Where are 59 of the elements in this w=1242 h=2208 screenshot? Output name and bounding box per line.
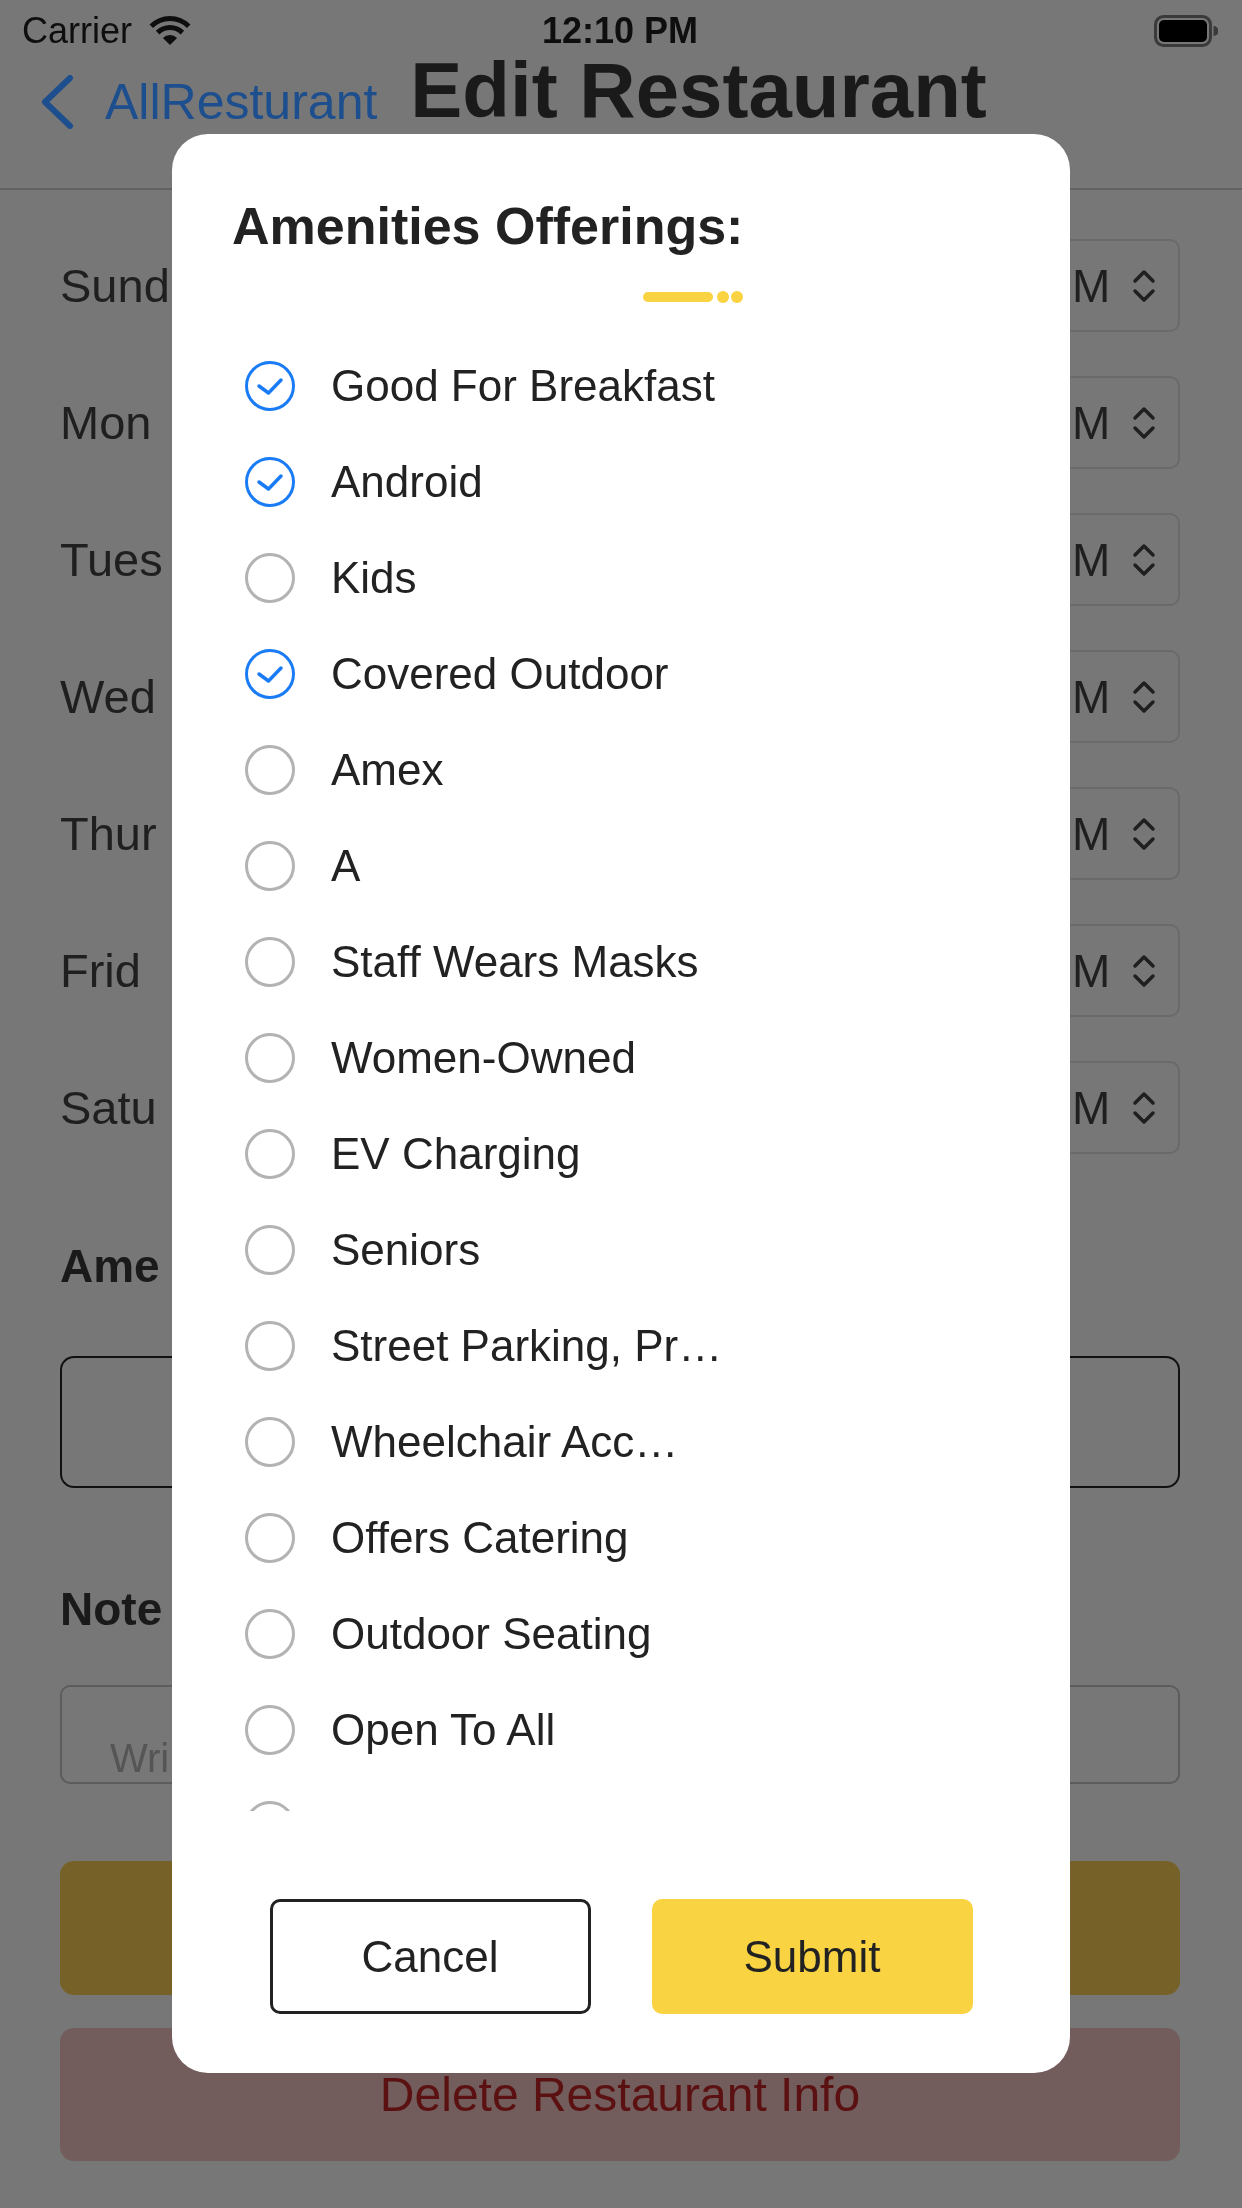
- day-label: Thur: [60, 805, 157, 862]
- checkbox[interactable]: [245, 1321, 295, 1371]
- up-down-chevron-icon: [1132, 815, 1157, 852]
- day-label: Frid: [60, 942, 141, 999]
- up-down-chevron-icon: [1132, 541, 1157, 578]
- checkbox[interactable]: [245, 1129, 295, 1179]
- save-button[interactable]: [1068, 1861, 1180, 1995]
- checkbox[interactable]: [245, 457, 295, 507]
- up-down-chevron-icon: [1132, 952, 1157, 989]
- checkbox[interactable]: [245, 553, 295, 603]
- checkbox[interactable]: [245, 649, 295, 699]
- option-label: Women-Owned: [331, 1033, 636, 1083]
- day-label: Sund: [60, 257, 170, 314]
- battery-icon: [1154, 15, 1218, 47]
- carrier-label: Carrier: [22, 10, 132, 52]
- checkbox[interactable]: [245, 1513, 295, 1563]
- up-down-chevron-icon: [1132, 267, 1157, 304]
- day-label: Wed: [60, 668, 156, 725]
- checkbox[interactable]: [245, 1609, 295, 1659]
- save-button[interactable]: [60, 1861, 174, 1995]
- wifi-icon: [149, 15, 191, 47]
- submit-button[interactable]: Submit: [651, 1899, 973, 2014]
- checkbox[interactable]: [245, 937, 295, 987]
- checkbox[interactable]: [245, 1033, 295, 1083]
- page-title: Edit Restaurant: [410, 50, 987, 130]
- checkbox[interactable]: [245, 1705, 295, 1755]
- status-time: 12:10 PM: [541, 10, 699, 52]
- up-down-chevron-icon: [1132, 678, 1157, 715]
- option-label: Outdoor Seating: [331, 1609, 652, 1659]
- day-label: Mon: [60, 394, 152, 451]
- day-label: Satu: [60, 1079, 157, 1136]
- back-button[interactable]: AllResturant: [0, 74, 378, 130]
- option-label: Amex: [331, 745, 444, 795]
- option-label: Android: [331, 457, 483, 507]
- cancel-button[interactable]: Cancel: [269, 1899, 591, 2014]
- section-heading: Ame: [60, 1239, 160, 1294]
- option-label: Offers Catering: [331, 1513, 629, 1563]
- option-label: EV Charging: [331, 1129, 581, 1179]
- option-label: Open To All: [331, 1705, 556, 1755]
- day-label: Tues: [60, 531, 163, 588]
- option-label: A: [331, 841, 361, 891]
- option-label: Staff Wears Masks: [331, 937, 699, 987]
- up-down-chevron-icon: [1132, 404, 1157, 441]
- option-label: Covered Outdoor: [331, 649, 669, 699]
- up-down-chevron-icon: [1132, 1089, 1157, 1126]
- option-label: Kids: [331, 553, 417, 603]
- checkbox[interactable]: [245, 841, 295, 891]
- checkbox[interactable]: [245, 745, 295, 795]
- option-label: Good For Breakfast: [331, 361, 715, 411]
- section-heading: Note: [60, 1582, 163, 1637]
- dash-dots-icon: [643, 291, 744, 303]
- checkbox[interactable]: [245, 1225, 295, 1275]
- checkbox[interactable]: [245, 361, 295, 411]
- option-label: Street Parking, Pr…: [331, 1321, 723, 1371]
- dialog-title: Amenities Offerings:: [232, 196, 744, 256]
- chevron-left-icon: [40, 75, 74, 129]
- option-label: Wheelchair Acc…: [331, 1417, 679, 1467]
- option-label: Seniors: [331, 1225, 481, 1275]
- checkbox[interactable]: [245, 1417, 295, 1467]
